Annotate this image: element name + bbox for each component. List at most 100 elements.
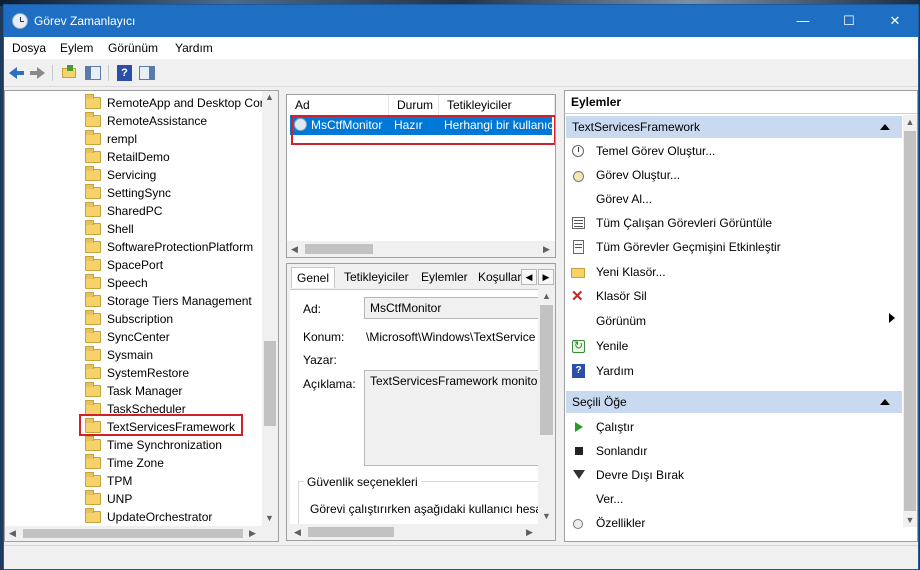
column-header-tetikleyiciler[interactable]: Tetikleyiciler (439, 95, 555, 115)
tree-item[interactable]: rempl (85, 130, 137, 148)
tree-item[interactable]: UNP (85, 490, 132, 508)
folder-icon (85, 508, 101, 523)
scroll-left-icon[interactable]: ◀ (290, 527, 305, 538)
task-row[interactable]: MsCtfMonitor Hazır Herhangi bir kullanıc (290, 115, 552, 135)
show-hide-console-tree-icon[interactable] (84, 64, 102, 82)
properties-icon (571, 516, 585, 530)
menu-eylem[interactable]: Eylem (60, 41, 93, 55)
task-scheduler-window: Görev Zamanlayıcı — ☐ ✕ Dosya Eylem Görü… (3, 4, 919, 570)
tree-item[interactable]: Speech (85, 274, 148, 292)
clock-icon (12, 13, 28, 29)
folder-icon (85, 220, 101, 235)
scroll-thumb[interactable] (540, 305, 553, 435)
collapse-icon[interactable] (880, 124, 890, 130)
tree-item[interactable]: SoftwareProtectionPlatform (85, 238, 253, 256)
tree-item[interactable]: SyncCenter (85, 328, 170, 346)
close-button[interactable]: ✕ (872, 5, 918, 37)
section-header-folder[interactable]: TextServicesFramework (566, 116, 902, 138)
folder-icon (85, 238, 101, 253)
actions-header: Eylemler (571, 95, 622, 109)
minimize-button[interactable]: — (780, 5, 826, 37)
details-vertical-scrollbar[interactable]: ▲ ▼ (538, 289, 555, 524)
folder-icon (85, 310, 101, 325)
tree-item[interactable]: Storage Tiers Management (85, 292, 252, 310)
help-icon[interactable]: ? (116, 64, 134, 82)
tree-item[interactable]: UpdateOrchestrator (85, 508, 212, 526)
tree-item[interactable]: RemoteAssistance (85, 112, 207, 130)
name-field[interactable]: MsCtfMonitor (364, 297, 540, 319)
tab-kosullar[interactable]: Koşullar (473, 267, 526, 288)
tree-item[interactable]: Time Zone (85, 454, 164, 472)
tree-item[interactable]: SettingSync (85, 184, 171, 202)
scroll-up-icon[interactable]: ▲ (262, 92, 277, 102)
column-header-ad[interactable]: Ad (287, 95, 389, 115)
section-header-selected-item[interactable]: Seçili Öğe (566, 391, 902, 413)
scroll-right-icon[interactable]: ▶ (539, 244, 554, 255)
folder-icon (85, 490, 101, 505)
title-bar[interactable]: Görev Zamanlayıcı — ☐ ✕ (4, 5, 918, 37)
scroll-right-icon[interactable]: ▶ (522, 527, 537, 538)
tab-scroll-left-icon[interactable]: ◀ (521, 269, 537, 285)
folder-icon (85, 382, 101, 397)
scroll-up-icon[interactable]: ▲ (539, 291, 554, 301)
collapse-icon[interactable] (880, 399, 890, 405)
scroll-right-icon[interactable]: ▶ (245, 528, 260, 539)
delete-red-x-icon: ✕ (571, 288, 584, 305)
tree-horizontal-scrollbar[interactable]: ◀ ▶ (5, 526, 278, 541)
tree-item-label: Subscription (107, 312, 174, 326)
tab-genel[interactable]: Genel (291, 267, 336, 288)
tab-eylemler[interactable]: Eylemler (416, 267, 473, 288)
tree-item[interactable]: TaskScheduler (85, 400, 186, 418)
tree-item[interactable]: SpacePort (85, 256, 163, 274)
tab-tetikleyiciler[interactable]: Tetikleyiciler (339, 267, 414, 288)
maximize-button[interactable]: ☐ (826, 5, 872, 37)
tree-item-label: SettingSync (107, 186, 172, 200)
folder-icon (85, 472, 101, 487)
task-details-pane: Genel Tetikleyiciler Eylemler Koşullar ◀… (286, 263, 556, 541)
folder-tree-pane: RemoteApp and Desktop Cor RemoteAssistanc… (4, 90, 279, 542)
scroll-left-icon[interactable]: ◀ (5, 528, 20, 539)
folder-icon (85, 454, 101, 469)
hscroll-thumb[interactable] (308, 527, 394, 537)
tree-item[interactable]: Sysmain (85, 346, 153, 364)
task-name: MsCtfMonitor (311, 118, 383, 132)
tree-item[interactable]: SystemRestore (85, 364, 189, 382)
tree-item-label: Servicing (107, 168, 157, 182)
hscroll-thumb[interactable] (305, 244, 373, 254)
scroll-thumb[interactable] (264, 341, 276, 426)
scroll-up-icon[interactable]: ▲ (903, 117, 917, 127)
actions-vertical-scrollbar[interactable]: ▲ ▼ (903, 115, 917, 527)
back-arrow-icon[interactable] (8, 64, 26, 82)
tasklist-horizontal-scrollbar[interactable]: ◀ ▶ (287, 241, 555, 257)
tree-item[interactable]: RetailDemo (85, 148, 170, 166)
forward-arrow-icon[interactable] (28, 64, 46, 82)
tree-item-label: SyncCenter (107, 330, 170, 344)
folder-icon (85, 148, 101, 163)
tree-item[interactable]: Subscription (85, 310, 173, 328)
tree-item[interactable]: TPM (85, 472, 132, 490)
scroll-down-icon[interactable]: ▼ (903, 515, 917, 525)
tab-scroll-right-icon[interactable]: ▶ (538, 269, 554, 285)
scroll-thumb[interactable] (904, 131, 916, 511)
tree-item[interactable]: Shell (85, 220, 134, 238)
tree-item[interactable]: Time Synchronization (85, 436, 222, 454)
tree-item[interactable]: SharedPC (85, 202, 162, 220)
folder-icon (85, 364, 101, 379)
scroll-down-icon[interactable]: ▼ (539, 511, 554, 521)
tree-item[interactable]: TextServicesFramework (85, 418, 235, 436)
description-field[interactable]: TextServicesFramework monitor (364, 370, 540, 466)
up-folder-icon[interactable] (60, 64, 78, 82)
menu-gorunum[interactable]: Görünüm (108, 41, 158, 55)
hscroll-thumb[interactable] (23, 529, 243, 538)
menu-yardim[interactable]: Yardım (175, 41, 213, 55)
tree-vertical-scrollbar[interactable]: ▲ ▼ (262, 91, 278, 526)
scroll-left-icon[interactable]: ◀ (287, 244, 302, 255)
show-hide-action-pane-icon[interactable] (138, 64, 156, 82)
details-horizontal-scrollbar[interactable]: ◀ ▶ (290, 524, 555, 540)
menu-dosya[interactable]: Dosya (12, 41, 46, 55)
scroll-down-icon[interactable]: ▼ (262, 513, 277, 523)
tree-item[interactable]: RemoteApp and Desktop Cor (85, 94, 264, 112)
tree-item[interactable]: Task Manager (85, 382, 182, 400)
column-header-durum[interactable]: Durum (389, 95, 439, 115)
tree-item[interactable]: Servicing (85, 166, 156, 184)
